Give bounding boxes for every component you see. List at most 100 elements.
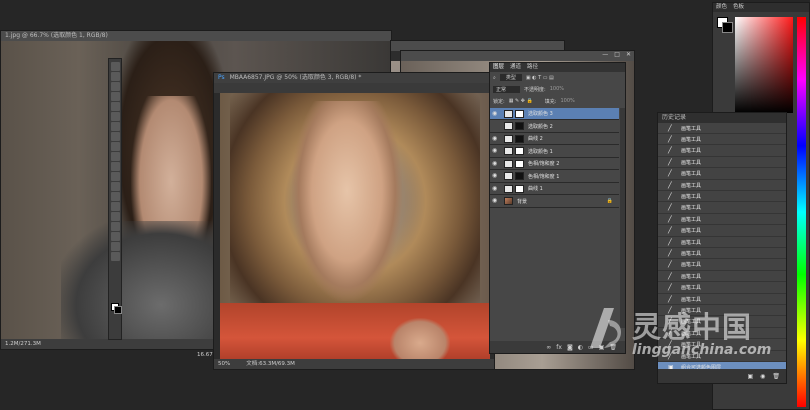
blur-tool-icon[interactable] xyxy=(110,182,120,191)
tool-bg-color[interactable] xyxy=(114,306,122,314)
move-tool-icon[interactable] xyxy=(110,62,120,71)
history-item[interactable]: ╱ 画笔工具 xyxy=(658,169,786,180)
brush-tool-icon[interactable] xyxy=(110,132,120,141)
layer-mask-thumbnail[interactable] xyxy=(515,159,524,168)
history-item[interactable]: ╱ 画笔工具 xyxy=(658,260,786,271)
eraser-tool-icon[interactable] xyxy=(110,162,120,171)
layer-row[interactable]: ◉ 选取颜色 1 xyxy=(490,146,619,158)
layer-row[interactable]: ◉ 曲线 2 xyxy=(490,133,619,145)
tools-panel xyxy=(108,58,122,340)
layer-name: 色相/饱和度 2 xyxy=(528,161,560,167)
visibility-eye-icon[interactable]: ◉ xyxy=(492,160,500,168)
layer-kind-select[interactable]: 类型 xyxy=(499,74,522,81)
layer-mask-thumbnail[interactable] xyxy=(515,134,524,143)
layer-name: 色相/饱和度 1 xyxy=(528,173,560,180)
layer-mask-thumbnail[interactable] xyxy=(515,122,524,130)
lock-icons[interactable]: ▦ ✎ ✥ 🔒 xyxy=(509,98,533,104)
layers-scrollbar[interactable] xyxy=(620,108,625,328)
history-brush-tool-icon[interactable] xyxy=(110,152,120,161)
layer-mask-thumbnail[interactable] xyxy=(515,147,524,155)
layer-row[interactable]: ◉ 曲线 1 xyxy=(490,183,619,195)
layers-panel-tabs: 图层 通道 路径 xyxy=(490,63,625,72)
quick-select-tool-icon[interactable] xyxy=(110,92,120,101)
history-item-label: 画笔工具 xyxy=(681,216,702,223)
opacity-value[interactable]: 100% xyxy=(550,86,564,92)
hue-slider[interactable] xyxy=(797,17,806,407)
history-item[interactable]: ╱ 画笔工具 xyxy=(658,191,786,203)
history-item-label: 画笔工具 xyxy=(681,285,702,292)
history-item[interactable]: ╱ 画笔工具 xyxy=(658,134,786,146)
front-doc-statusbar: 50% 文档:63.3M/69.3M xyxy=(214,359,494,369)
history-item[interactable]: ╱ 画笔工具 xyxy=(658,146,786,157)
crop-tool-icon[interactable] xyxy=(110,102,120,111)
snapshot-icon[interactable]: ▣ xyxy=(747,373,753,380)
visibility-eye-icon[interactable]: ◉ xyxy=(492,172,500,180)
tab-color[interactable]: 颜色 xyxy=(716,3,727,12)
hand-tool-icon[interactable] xyxy=(110,242,120,251)
marquee-tool-icon[interactable] xyxy=(110,72,120,81)
watermark: 灵感中国 lingganchina.com xyxy=(582,300,792,372)
visibility-eye-icon[interactable] xyxy=(492,122,500,130)
brush-icon: ╱ xyxy=(668,192,672,200)
history-item[interactable]: ╱ 画笔工具 xyxy=(658,157,786,169)
tab-swatches[interactable]: 色板 xyxy=(733,3,744,12)
path-select-tool-icon[interactable] xyxy=(110,222,120,231)
history-item[interactable]: ╱ 画笔工具 xyxy=(658,123,786,134)
shape-tool-icon[interactable] xyxy=(110,232,120,241)
layers-list: ◉ 选取颜色 3 选取颜色 2 ◉ 曲线 2 ◉ 选取颜色 1 ◉ 色相/饱和度 2 ◉ 色相/饱和… xyxy=(490,108,619,208)
camera-icon[interactable]: ◉ xyxy=(760,373,765,380)
background-swatch[interactable] xyxy=(722,22,733,33)
visibility-eye-icon[interactable]: ◉ xyxy=(492,110,500,118)
mask-icon[interactable]: ◙ xyxy=(567,344,573,351)
history-item[interactable]: ╱ 画笔工具 xyxy=(658,180,786,191)
layer-row[interactable]: ◉ 色相/饱和度 1 xyxy=(490,171,619,183)
front-doc-zoom[interactable]: 50% xyxy=(218,359,230,369)
dodge-tool-icon[interactable] xyxy=(110,192,120,201)
blend-mode-select[interactable]: 正常 xyxy=(493,85,521,93)
fill-value[interactable]: 100% xyxy=(560,98,574,104)
visibility-eye-icon[interactable]: ◉ xyxy=(492,185,500,193)
history-item[interactable]: ╱ 画笔工具 xyxy=(658,248,786,260)
healing-tool-icon[interactable] xyxy=(110,122,120,131)
history-item-label: 画笔工具 xyxy=(681,262,702,269)
trash-icon[interactable]: 🗑 xyxy=(772,373,780,380)
link-icon[interactable]: ∞ xyxy=(546,344,551,351)
layer-name: 曲线 1 xyxy=(528,186,543,192)
lasso-tool-icon[interactable] xyxy=(110,82,120,91)
stack-2-title xyxy=(401,51,634,61)
layer-row[interactable]: ◉ 背景 🔒 xyxy=(490,196,619,208)
history-item[interactable]: ╱ 画笔工具 xyxy=(658,226,786,237)
layer-row[interactable]: 选取颜色 2 xyxy=(490,121,619,133)
color-picker-field[interactable] xyxy=(735,17,793,113)
tab-paths[interactable]: 路径 xyxy=(527,63,538,72)
layer-mask-thumbnail[interactable] xyxy=(515,172,524,180)
eyedropper-tool-icon[interactable] xyxy=(110,112,120,121)
gradient-tool-icon[interactable] xyxy=(110,172,120,181)
maximize-icon[interactable]: □ xyxy=(614,51,620,61)
layer-mask-thumbnail[interactable] xyxy=(515,184,524,193)
zoom-tool-icon[interactable] xyxy=(110,252,120,261)
visibility-eye-icon[interactable]: ◉ xyxy=(492,197,500,205)
history-item[interactable]: ╱ 画笔工具 xyxy=(658,283,786,294)
clone-stamp-tool-icon[interactable] xyxy=(110,142,120,151)
tab-layers[interactable]: 图层 xyxy=(493,63,504,72)
filter-icons[interactable]: ▣ ◐ T ▭ ▤ xyxy=(526,75,554,81)
history-item-label: 画笔工具 xyxy=(681,136,702,143)
history-item[interactable]: ╱ 画笔工具 xyxy=(658,237,786,248)
pen-tool-icon[interactable] xyxy=(110,202,120,211)
layer-row[interactable]: ◉ 色相/饱和度 2 xyxy=(490,158,619,170)
watermark-logo-svg xyxy=(590,308,622,348)
type-tool-icon[interactable] xyxy=(110,212,120,221)
fx-icon[interactable]: fx xyxy=(556,344,562,351)
layer-row[interactable]: ◉ 选取颜色 3 xyxy=(490,108,619,120)
tab-channels[interactable]: 通道 xyxy=(510,63,521,72)
visibility-eye-icon[interactable]: ◉ xyxy=(492,147,500,155)
visibility-eye-icon[interactable]: ◉ xyxy=(492,135,500,143)
layer-mask-thumbnail[interactable] xyxy=(515,109,524,118)
minimize-icon[interactable]: — xyxy=(602,51,608,61)
close-icon[interactable]: ✕ xyxy=(626,51,631,61)
history-item[interactable]: ╱ 画笔工具 xyxy=(658,203,786,214)
ps-badge-icon: Ps xyxy=(218,74,225,81)
history-item[interactable]: ╱ 画笔工具 xyxy=(658,271,786,283)
history-item[interactable]: ╱ 画笔工具 xyxy=(658,214,786,226)
